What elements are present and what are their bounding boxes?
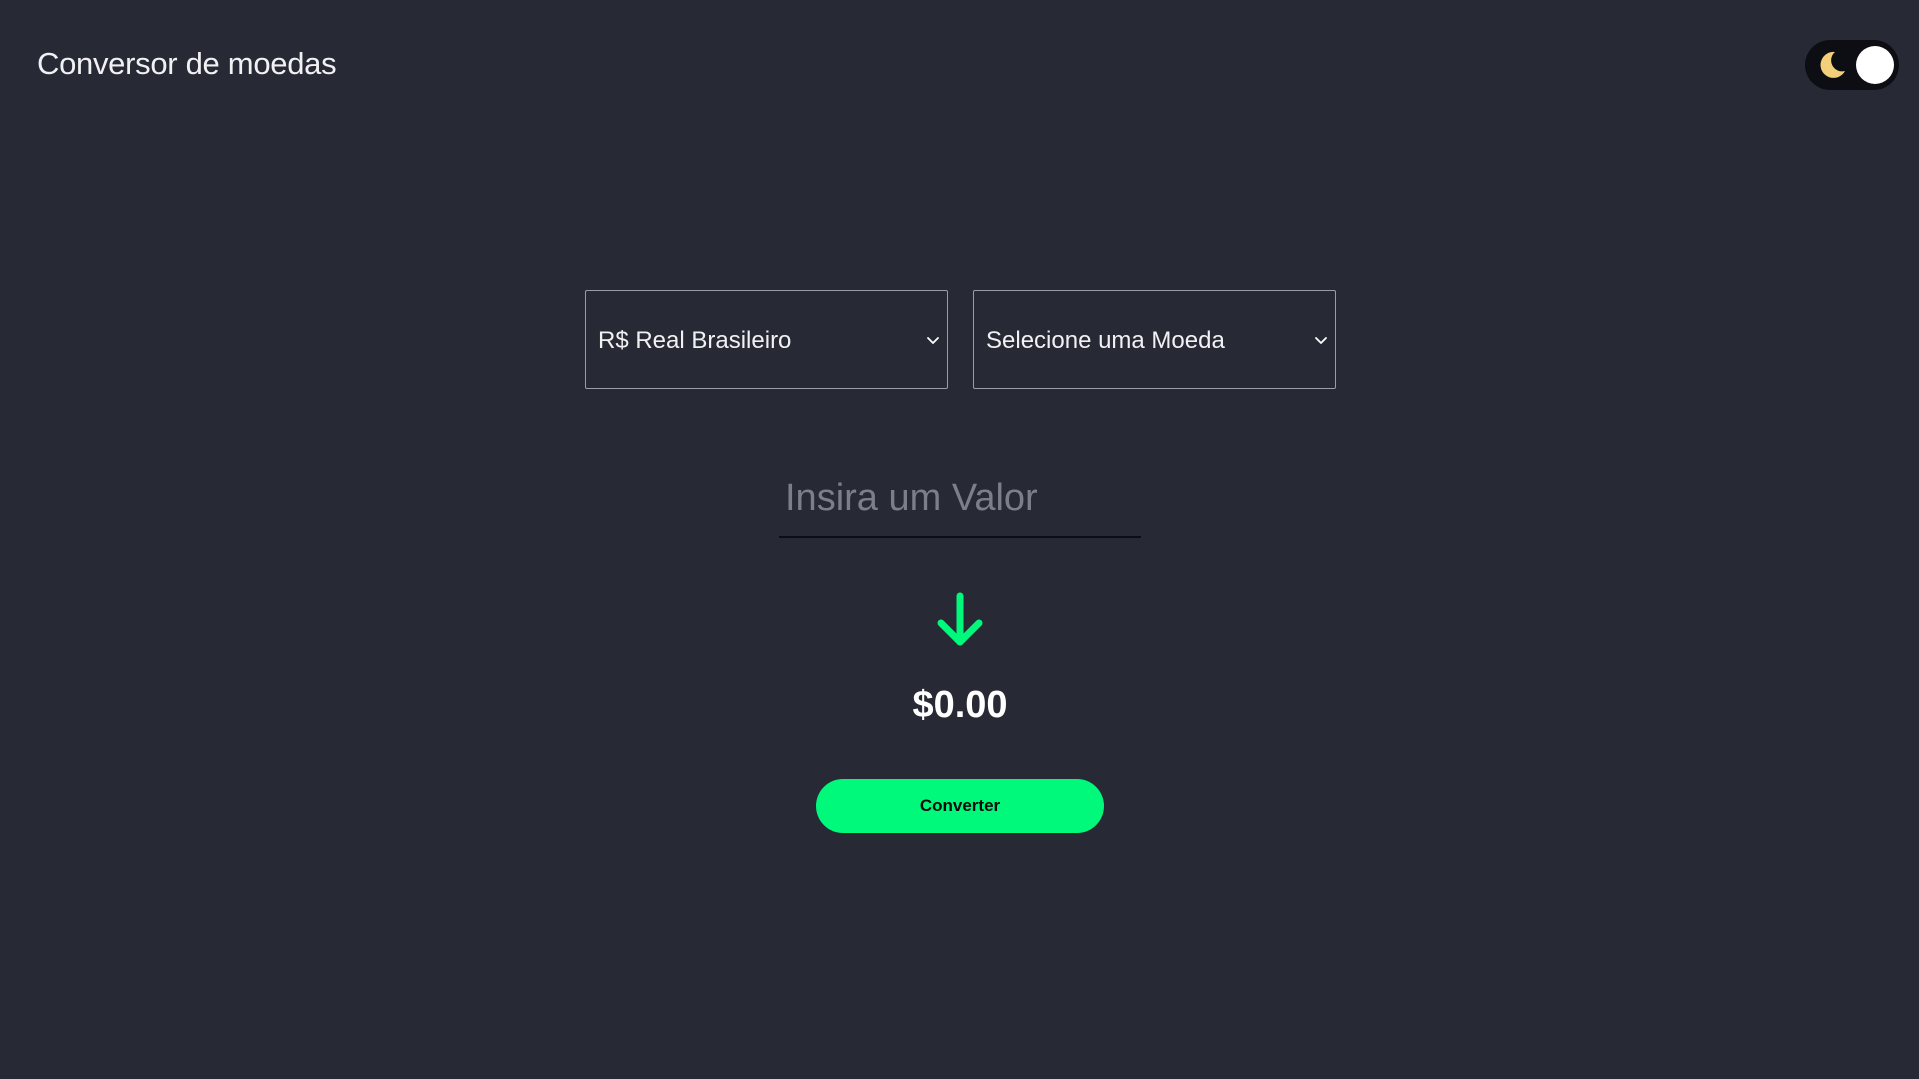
to-currency-selected-label: Selecione uma Moeda	[986, 327, 1225, 354]
conversion-result: $0.00	[912, 684, 1008, 726]
arrow-down-icon	[937, 592, 983, 646]
moon-icon	[1820, 51, 1845, 78]
chevron-down-icon	[927, 337, 939, 344]
to-currency-select[interactable]: Selecione uma Moeda	[973, 290, 1336, 389]
convert-button[interactable]: Converter	[816, 779, 1104, 833]
currency-selectors: R$ Real Brasileiro Selecione uma Moeda	[585, 290, 1336, 390]
amount-field-wrapper	[779, 460, 1141, 540]
chevron-down-icon	[1315, 337, 1327, 344]
theme-toggle[interactable]	[1805, 40, 1899, 90]
page-title: Conversor de moedas	[37, 46, 337, 81]
from-currency-select[interactable]: R$ Real Brasileiro	[585, 290, 948, 389]
app-root: Conversor de moedas R$ Real Brasileiro S…	[0, 0, 1919, 1079]
toggle-knob	[1856, 46, 1894, 84]
amount-input[interactable]	[779, 460, 1141, 538]
from-currency-selected-label: R$ Real Brasileiro	[598, 327, 792, 354]
